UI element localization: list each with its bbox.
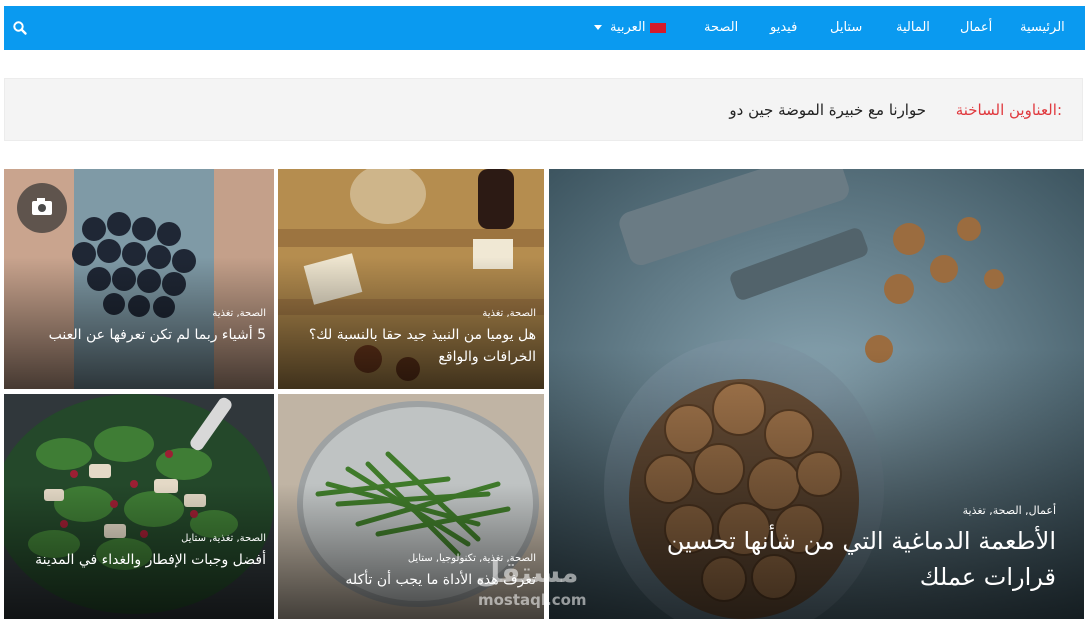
post-categories[interactable]: الصحة, تغذية, ستايل xyxy=(181,533,266,544)
breaking-news-link[interactable]: حوارنا مع خبيرة الموضة جين دو xyxy=(729,79,926,141)
featured-title[interactable]: الأطعمة الدماغية التي من شأنها تحسين قرا… xyxy=(596,523,1056,595)
language-label: العربية xyxy=(610,20,646,35)
breaking-news-label: العناوين الساخنة: xyxy=(955,101,1062,119)
flag-icon xyxy=(649,22,666,33)
post-categories[interactable]: الصحة, تغذية xyxy=(212,308,266,319)
featured-categories[interactable]: أعمال, الصحة, تغذية xyxy=(963,504,1056,517)
post-card-grapes[interactable]: الصحة, تغذية 5 أشياء ربما لم تكن تعرفها … xyxy=(4,169,274,389)
post-overlay xyxy=(278,257,544,389)
post-title[interactable]: هل يوميا من النبيذ جيد حقا بالنسبة لك؟ ا… xyxy=(296,324,536,368)
main-navbar: العربية الصحة فيديو ستايل المالية أعمال … xyxy=(4,6,1085,50)
post-overlay xyxy=(4,257,274,389)
nav-item-finance[interactable]: المالية xyxy=(896,6,930,50)
post-categories[interactable]: الصحة, تغذية xyxy=(482,308,536,319)
watermark-logo: مستقل xyxy=(476,556,579,589)
camera-badge xyxy=(17,183,67,233)
nav-item-style[interactable]: ستايل xyxy=(830,6,862,50)
nav-item-home[interactable]: الرئيسية xyxy=(1020,6,1065,50)
post-card-salad[interactable]: الصحة, تغذية, ستايل أفضل وجبات الإفطار و… xyxy=(4,394,274,619)
post-title[interactable]: 5 أشياء ربما لم تكن تعرفها عن العنب xyxy=(26,324,266,346)
breaking-news-bar: العناوين الساخنة: حوارنا مع خبيرة الموضة… xyxy=(4,78,1083,141)
post-card-wine[interactable]: الصحة, تغذية هل يوميا من النبيذ جيد حقا … xyxy=(278,169,544,389)
watermark-url: mostaql.com xyxy=(478,591,587,609)
chevron-down-icon xyxy=(594,25,602,30)
camera-icon xyxy=(32,198,52,215)
nav-item-health[interactable]: الصحة xyxy=(704,6,738,50)
search-icon[interactable] xyxy=(12,20,28,36)
nav-item-business[interactable]: أعمال xyxy=(960,6,992,50)
nav-item-video[interactable]: فيديو xyxy=(770,6,797,50)
post-title[interactable]: أفضل وجبات الإفطار والغداء في المدينة xyxy=(26,549,266,571)
language-selector[interactable]: العربية xyxy=(594,6,666,50)
featured-post[interactable]: أعمال, الصحة, تغذية الأطعمة الدماغية الت… xyxy=(549,169,1084,619)
